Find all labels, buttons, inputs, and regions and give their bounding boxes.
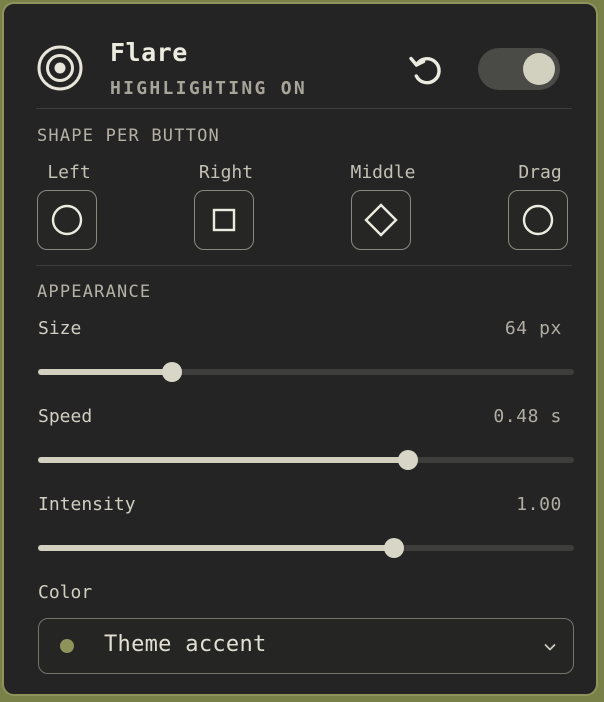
header-divider <box>36 108 572 109</box>
enable-toggle[interactable] <box>478 48 560 90</box>
middle-shape-button[interactable] <box>351 190 411 250</box>
size-label: Size <box>38 318 82 339</box>
shape-option-label: Drag <box>518 162 562 183</box>
color-label: Color <box>38 582 93 603</box>
chevron-down-icon <box>544 644 556 651</box>
slider-fill <box>38 457 408 463</box>
square-icon <box>212 208 236 232</box>
diamond-icon <box>364 203 398 237</box>
shape-option-label: Left <box>47 162 91 183</box>
color-swatch-dot <box>60 639 74 653</box>
circle-icon <box>51 204 83 236</box>
slider-thumb[interactable] <box>384 538 405 558</box>
slider-fill <box>38 545 395 551</box>
concentric-target-icon <box>37 45 83 91</box>
size-slider[interactable] <box>38 362 574 382</box>
slider-thumb[interactable] <box>397 450 418 470</box>
size-value: 64 px <box>504 318 562 339</box>
circle-icon <box>522 204 554 236</box>
intensity-slider[interactable] <box>38 538 574 558</box>
speed-slider[interactable] <box>38 450 574 470</box>
shape-option-label: Middle <box>350 162 416 183</box>
intensity-value: 1.00 <box>516 494 562 515</box>
slider-thumb[interactable] <box>162 362 182 382</box>
panel-header: Flare HIGHLIGHTING ON <box>36 34 574 106</box>
color-select-value: Theme accent <box>104 632 267 657</box>
shape-section-title: SHAPE PER BUTTON <box>37 126 220 146</box>
slider-fill <box>38 369 172 375</box>
toggle-knob <box>523 53 555 85</box>
left-shape-button[interactable] <box>37 190 97 250</box>
shape-option-label: Right <box>198 162 254 183</box>
appearance-section-title: APPEARANCE <box>37 282 152 302</box>
right-shape-button[interactable] <box>194 190 254 250</box>
section-divider <box>36 265 572 266</box>
app-title: Flare <box>110 38 188 67</box>
reset-button[interactable] <box>406 50 446 90</box>
drag-shape-button[interactable] <box>508 190 568 250</box>
speed-value: 0.48 s <box>493 406 562 427</box>
intensity-label: Intensity <box>38 494 136 515</box>
status-text: HIGHLIGHTING ON <box>110 78 308 99</box>
flare-panel: Flare HIGHLIGHTING ON SHAPE PER BUTTON L… <box>2 2 598 696</box>
color-select[interactable]: Theme accent <box>38 618 574 674</box>
speed-label: Speed <box>38 406 93 427</box>
